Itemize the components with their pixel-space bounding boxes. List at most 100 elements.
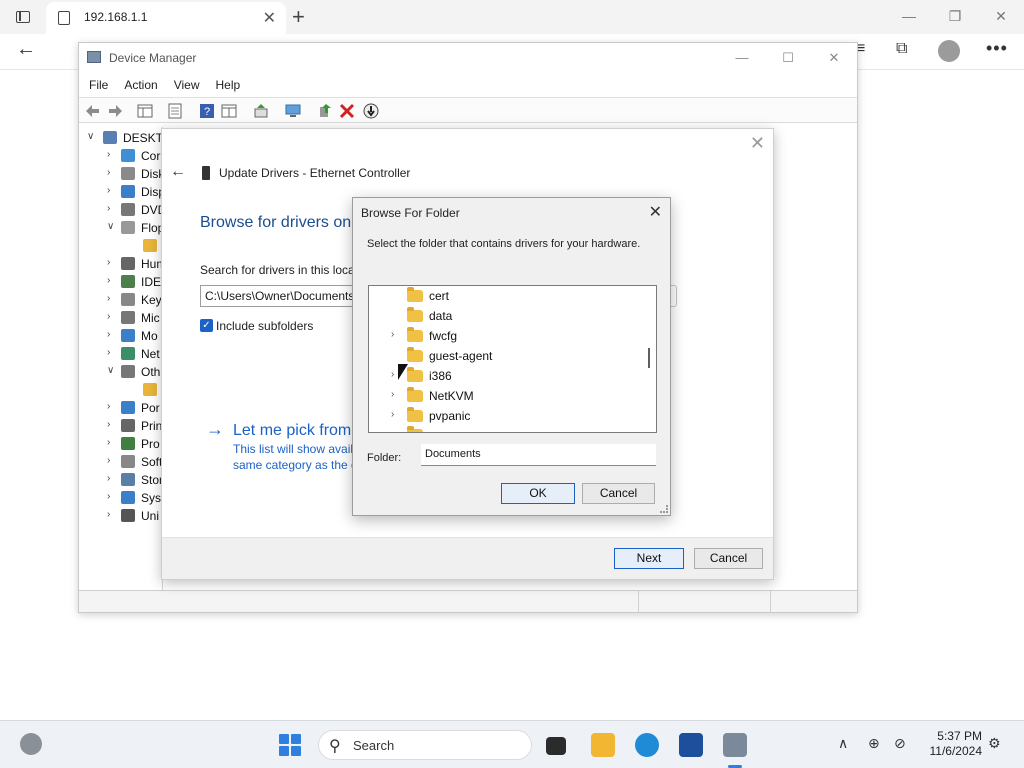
expand-chevron-icon[interactable]: › bbox=[107, 455, 110, 466]
tray-chevron-icon[interactable]: ∧ bbox=[838, 735, 848, 752]
expand-chevron-icon[interactable]: › bbox=[107, 293, 110, 304]
expand-chevron-icon[interactable]: ∨ bbox=[107, 221, 114, 232]
expand-chevron-icon[interactable]: › bbox=[391, 329, 394, 340]
device-tree-item[interactable]: › Uni bbox=[79, 507, 162, 525]
new-tab-button[interactable]: + bbox=[292, 4, 305, 30]
browser-restore-button[interactable]: ❐ bbox=[932, 0, 978, 34]
folder-item[interactable]: › NetKVM bbox=[369, 386, 639, 406]
device-tree-item[interactable]: › Cor bbox=[79, 147, 162, 165]
profile-avatar[interactable] bbox=[938, 40, 960, 62]
expand-chevron-icon[interactable]: ∨ bbox=[107, 365, 114, 376]
resize-grip[interactable] bbox=[660, 505, 668, 513]
folder-item[interactable]: › i386 bbox=[369, 366, 639, 386]
update-driver-icon[interactable] bbox=[253, 103, 269, 119]
menu-file[interactable]: File bbox=[83, 75, 114, 95]
device-tree-item[interactable]: › IDE bbox=[79, 273, 162, 291]
next-button[interactable]: Next bbox=[614, 548, 684, 569]
expand-chevron-icon[interactable]: › bbox=[107, 437, 110, 448]
back-arrow-icon[interactable] bbox=[85, 103, 101, 119]
pick-from-list-link[interactable]: Let me pick from bbox=[233, 422, 351, 440]
expand-chevron-icon[interactable]: › bbox=[107, 329, 110, 340]
expand-chevron-icon[interactable]: › bbox=[107, 491, 110, 502]
device-tree-item[interactable]: › Prin bbox=[79, 417, 162, 435]
widgets-icon[interactable] bbox=[20, 733, 42, 755]
dm-maximize-button[interactable]: ☐ bbox=[765, 43, 811, 73]
device-tree-item[interactable]: › Hum bbox=[79, 255, 162, 273]
edge-browser-icon[interactable] bbox=[635, 733, 659, 757]
dm-minimize-button[interactable]: — bbox=[719, 43, 765, 73]
expand-chevron-icon[interactable]: › bbox=[107, 275, 110, 286]
folder-item[interactable]: data bbox=[369, 306, 639, 326]
expand-chevron-icon[interactable]: ∨ bbox=[87, 131, 94, 142]
menu-view[interactable]: View bbox=[168, 75, 206, 95]
browser-menu-button[interactable]: ••• bbox=[986, 38, 1008, 59]
device-tree-item[interactable]: ∨ Oth bbox=[79, 363, 162, 381]
folder-tree-scrollbar[interactable] bbox=[648, 348, 650, 368]
forward-arrow-icon[interactable] bbox=[107, 103, 123, 119]
store-icon[interactable] bbox=[679, 733, 703, 757]
device-tree-item[interactable]: › Soft bbox=[79, 453, 162, 471]
folder-item[interactable]: › fwcfg bbox=[369, 326, 639, 346]
menu-help[interactable]: Help bbox=[210, 75, 247, 95]
device-tree-item[interactable]: ∨ DESKTO bbox=[79, 129, 162, 147]
folder-item[interactable]: cert bbox=[369, 286, 639, 306]
device-tree-item[interactable] bbox=[79, 237, 162, 255]
show-hide-tree-icon[interactable] bbox=[137, 103, 153, 119]
task-view-icon[interactable] bbox=[546, 737, 566, 755]
dialog-cancel-button[interactable]: Cancel bbox=[582, 483, 655, 504]
ok-button[interactable]: OK bbox=[501, 483, 575, 504]
tab-actions-button[interactable] bbox=[12, 7, 34, 27]
device-tree-item[interactable]: › Por bbox=[79, 399, 162, 417]
tab-close-button[interactable]: ✕ bbox=[263, 8, 276, 28]
expand-chevron-icon[interactable]: › bbox=[107, 509, 110, 520]
device-manager-taskbar-icon[interactable] bbox=[723, 733, 747, 757]
help-icon[interactable]: ? bbox=[199, 103, 215, 119]
device-tree-item[interactable]: › Stor bbox=[79, 471, 162, 489]
wizard-cancel-button[interactable]: Cancel bbox=[694, 548, 763, 569]
wizard-close-button[interactable]: ✕ bbox=[750, 133, 765, 154]
expand-chevron-icon[interactable]: › bbox=[391, 389, 394, 400]
view-pane-icon[interactable] bbox=[221, 103, 237, 119]
network-icon[interactable]: ⊘ bbox=[894, 735, 906, 752]
folder-item[interactable]: guest-agent bbox=[369, 346, 639, 366]
dialog-close-button[interactable]: ✕ bbox=[649, 202, 662, 222]
device-tree-item[interactable]: › Mo bbox=[79, 327, 162, 345]
include-subfolders-checkbox[interactable]: ✓ bbox=[200, 319, 213, 332]
scan-hardware-icon[interactable] bbox=[285, 103, 301, 119]
expand-chevron-icon[interactable]: › bbox=[107, 419, 110, 430]
enable-device-icon[interactable] bbox=[317, 103, 333, 119]
device-tree-item[interactable]: › Pro bbox=[79, 435, 162, 453]
driver-path-input[interactable]: C:\Users\Owner\Documents bbox=[200, 285, 360, 307]
browser-back-button[interactable]: ← bbox=[16, 38, 36, 61]
expand-chevron-icon[interactable]: › bbox=[391, 369, 394, 380]
device-tree-item[interactable]: › Syst bbox=[79, 489, 162, 507]
expand-chevron-icon[interactable]: › bbox=[107, 149, 110, 160]
browser-tab[interactable]: 192.168.1.1 ✕ bbox=[46, 2, 286, 34]
menu-action[interactable]: Action bbox=[118, 75, 163, 95]
expand-chevron-icon[interactable]: › bbox=[391, 409, 394, 420]
device-tree-item[interactable]: › DVD bbox=[79, 201, 162, 219]
collections-icon[interactable]: ⧉ bbox=[896, 40, 907, 58]
wizard-back-button[interactable]: ← bbox=[170, 163, 186, 181]
folder-item[interactable]: › pvpanic bbox=[369, 406, 639, 426]
device-tree-item[interactable]: ∨ Flop bbox=[79, 219, 162, 237]
uninstall-device-icon[interactable] bbox=[339, 103, 355, 119]
device-tree-item[interactable] bbox=[79, 381, 162, 399]
browser-minimize-button[interactable]: — bbox=[886, 0, 932, 34]
device-tree-item[interactable]: › Key bbox=[79, 291, 162, 309]
disable-device-icon[interactable] bbox=[363, 103, 379, 119]
device-tree-item[interactable]: › Net bbox=[79, 345, 162, 363]
expand-chevron-icon[interactable]: › bbox=[107, 401, 110, 412]
language-globe-icon[interactable]: ⊕ bbox=[868, 735, 880, 752]
expand-chevron-icon[interactable]: › bbox=[107, 311, 110, 322]
expand-chevron-icon[interactable]: › bbox=[107, 203, 110, 214]
folder-input[interactable]: Documents bbox=[421, 444, 656, 466]
device-tree-item[interactable]: › Mic bbox=[79, 309, 162, 327]
device-tree-item[interactable]: › Disk bbox=[79, 165, 162, 183]
properties-icon[interactable] bbox=[167, 103, 183, 119]
notification-icon[interactable]: ⚙ bbox=[988, 735, 1001, 752]
dm-close-button[interactable]: ✕ bbox=[811, 43, 857, 73]
expand-chevron-icon[interactable]: › bbox=[107, 167, 110, 178]
browser-close-button[interactable]: ✕ bbox=[978, 0, 1024, 34]
expand-chevron-icon[interactable]: › bbox=[107, 347, 110, 358]
